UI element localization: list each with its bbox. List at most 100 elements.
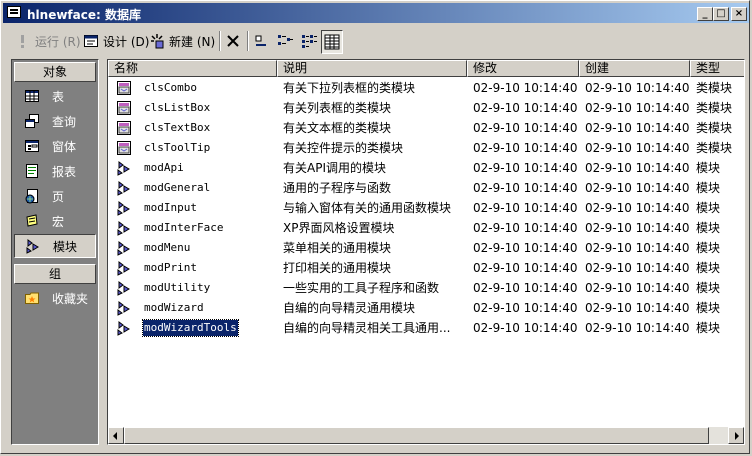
list-row[interactable]: clsTextBox 有关文本框的类模块 02-9-10 10:14:40 02-9-… xyxy=(108,118,744,138)
column-header-description[interactable]: 说明 xyxy=(277,60,467,77)
page-icon xyxy=(24,188,40,204)
row-description: 通用的子程序与函数 xyxy=(283,181,392,195)
row-created: 02-9-10 10:14:40 xyxy=(585,161,690,175)
row-description: 一些实用的工具子程序和函数 xyxy=(283,281,440,295)
horizontal-scrollbar[interactable] xyxy=(108,427,744,444)
class-module-icon xyxy=(116,100,132,116)
row-type: 模块 xyxy=(696,221,721,235)
module-icon xyxy=(116,220,132,236)
title-bar[interactable]: hlnewface: 数据库 _ □ × xyxy=(3,3,749,23)
column-header-type[interactable]: 类型 xyxy=(690,60,744,77)
maximize-button[interactable]: □ xyxy=(713,7,729,21)
sidebar-item[interactable]: 查询 xyxy=(14,109,96,133)
groups-header[interactable]: 组 xyxy=(14,264,96,284)
row-description: XP界面风格设置模块 xyxy=(283,221,395,235)
list-row[interactable]: modMenu 菜单相关的通用模块 02-9-10 10:14:40 02-9-10 … xyxy=(108,238,744,258)
list-row[interactable]: clsListBox 有关列表框的类模块 02-9-10 10:14:40 02-9-… xyxy=(108,98,744,118)
sidebar-item-label: 表 xyxy=(52,89,65,104)
row-description: 自编的向导精灵通用模块 xyxy=(283,301,416,315)
column-header-created[interactable]: 创建 xyxy=(579,60,690,77)
details-view-icon xyxy=(324,34,340,50)
row-name[interactable]: modInterFace xyxy=(143,220,224,236)
list-row[interactable]: modUtility 一些实用的工具子程序和函数 02-9-10 10:14:40 0… xyxy=(108,278,744,298)
row-type: 类模块 xyxy=(696,101,733,115)
sidebar-item[interactable]: 模块 xyxy=(14,234,96,258)
row-name[interactable]: modGeneral xyxy=(143,180,211,196)
row-name[interactable]: modWizard xyxy=(143,300,205,316)
close-button[interactable]: × xyxy=(731,7,747,21)
row-name[interactable]: modPrint xyxy=(143,260,198,276)
sidebar-item-label: 报表 xyxy=(52,164,77,179)
window-title: hlnewface: 数据库 xyxy=(27,8,141,22)
row-modified: 02-9-10 10:14:40 xyxy=(473,161,578,175)
row-name[interactable]: modApi xyxy=(143,160,185,176)
list-row[interactable]: modApi 有关API调用的模块 02-9-10 10:14:40 02-9-10 … xyxy=(108,158,744,178)
class-module-icon xyxy=(116,140,132,156)
details-view-button[interactable] xyxy=(321,30,343,54)
run-button[interactable]: 运行 (R) xyxy=(15,30,81,52)
list-row[interactable]: clsCombo 有关下拉列表框的类模块 02-9-10 10:14:40 02-9-… xyxy=(108,78,744,98)
list-row[interactable]: modInterFace XP界面风格设置模块 02-9-10 10:14:40 02… xyxy=(108,218,744,238)
row-modified: 02-9-10 10:14:40 xyxy=(473,241,578,255)
module-icon xyxy=(116,280,132,296)
row-name[interactable]: modUtility xyxy=(143,280,211,296)
design-label: 设计 (D) xyxy=(103,34,150,49)
sidebar-item[interactable]: 表 xyxy=(14,84,96,108)
list-row[interactable]: modInput 与输入窗体有关的通用函数模块 02-9-10 10:14:40 02… xyxy=(108,198,744,218)
row-name[interactable]: modMenu xyxy=(143,240,191,256)
row-name[interactable]: modWizardTools xyxy=(142,319,239,337)
delete-button[interactable] xyxy=(225,30,241,52)
row-modified: 02-9-10 10:14:40 xyxy=(473,221,578,235)
large-icons-icon xyxy=(253,33,269,49)
new-button[interactable]: 新建 (N) xyxy=(149,30,215,52)
module-icon xyxy=(116,160,132,176)
new-icon xyxy=(149,33,165,49)
design-button[interactable]: 设计 (D) xyxy=(83,30,149,52)
row-name[interactable]: clsCombo xyxy=(143,80,198,96)
favorites-icon xyxy=(24,290,40,306)
minimize-button[interactable]: _ xyxy=(697,7,713,21)
list-row[interactable]: modGeneral 通用的子程序与函数 02-9-10 10:14:40 02-9-… xyxy=(108,178,744,198)
row-description: 与输入窗体有关的通用函数模块 xyxy=(283,201,452,215)
row-modified: 02-9-10 10:14:40 xyxy=(473,181,578,195)
list-row[interactable]: modWizardTools 自编的向导精灵相关工具通用... 02-9-10 10… xyxy=(108,318,744,338)
sidebar-item[interactable]: 报表 xyxy=(14,159,96,183)
sidebar-item-label: 模块 xyxy=(53,239,78,254)
scroll-thumb[interactable] xyxy=(124,427,709,444)
design-icon xyxy=(83,33,99,49)
sidebar-item-label: 窗体 xyxy=(52,139,77,154)
large-icons-button[interactable] xyxy=(253,30,269,52)
sidebar-item[interactable]: 页 xyxy=(14,184,96,208)
objects-header[interactable]: 对象 xyxy=(14,62,96,82)
row-name[interactable]: clsListBox xyxy=(143,100,211,116)
row-name[interactable]: clsTextBox xyxy=(143,120,211,136)
scroll-right-arrow-icon[interactable] xyxy=(728,427,744,444)
row-type: 模块 xyxy=(696,241,721,255)
column-header-modified[interactable]: 修改 xyxy=(467,60,579,77)
new-label: 新建 (N) xyxy=(169,34,216,49)
row-description: 有关API调用的模块 xyxy=(283,161,386,175)
table-icon xyxy=(24,88,40,104)
group-item-favorites[interactable]: 收藏夹 xyxy=(14,286,96,310)
sidebar-item[interactable]: 宏 xyxy=(14,209,96,233)
row-name[interactable]: modInput xyxy=(143,200,198,216)
module-icon xyxy=(116,300,132,316)
row-type: 类模块 xyxy=(696,141,733,155)
module-icon xyxy=(116,240,132,256)
row-type: 类模块 xyxy=(696,121,733,135)
list-row[interactable]: modWizard 自编的向导精灵通用模块 02-9-10 10:14:40 02-9… xyxy=(108,298,744,318)
small-icons-button[interactable] xyxy=(277,30,293,52)
column-header-name[interactable]: 名称 xyxy=(108,60,277,77)
scroll-left-arrow-icon[interactable] xyxy=(108,427,124,444)
row-type: 模块 xyxy=(696,161,721,175)
list-view-button[interactable] xyxy=(301,30,317,52)
row-modified: 02-9-10 10:14:40 xyxy=(473,101,578,115)
row-name[interactable]: clsToolTip xyxy=(143,140,211,156)
list-row[interactable]: clsToolTip 有关控件提示的类模块 02-9-10 10:14:40 02-9… xyxy=(108,138,744,158)
query-icon xyxy=(24,113,40,129)
list-row[interactable]: modPrint 打印相关的通用模块 02-9-10 10:14:40 02-9-10… xyxy=(108,258,744,278)
row-modified: 02-9-10 10:14:40 xyxy=(473,201,578,215)
sidebar-item[interactable]: 窗体 xyxy=(14,134,96,158)
toolbar-separator xyxy=(247,31,249,51)
row-created: 02-9-10 10:14:40 xyxy=(585,81,690,95)
